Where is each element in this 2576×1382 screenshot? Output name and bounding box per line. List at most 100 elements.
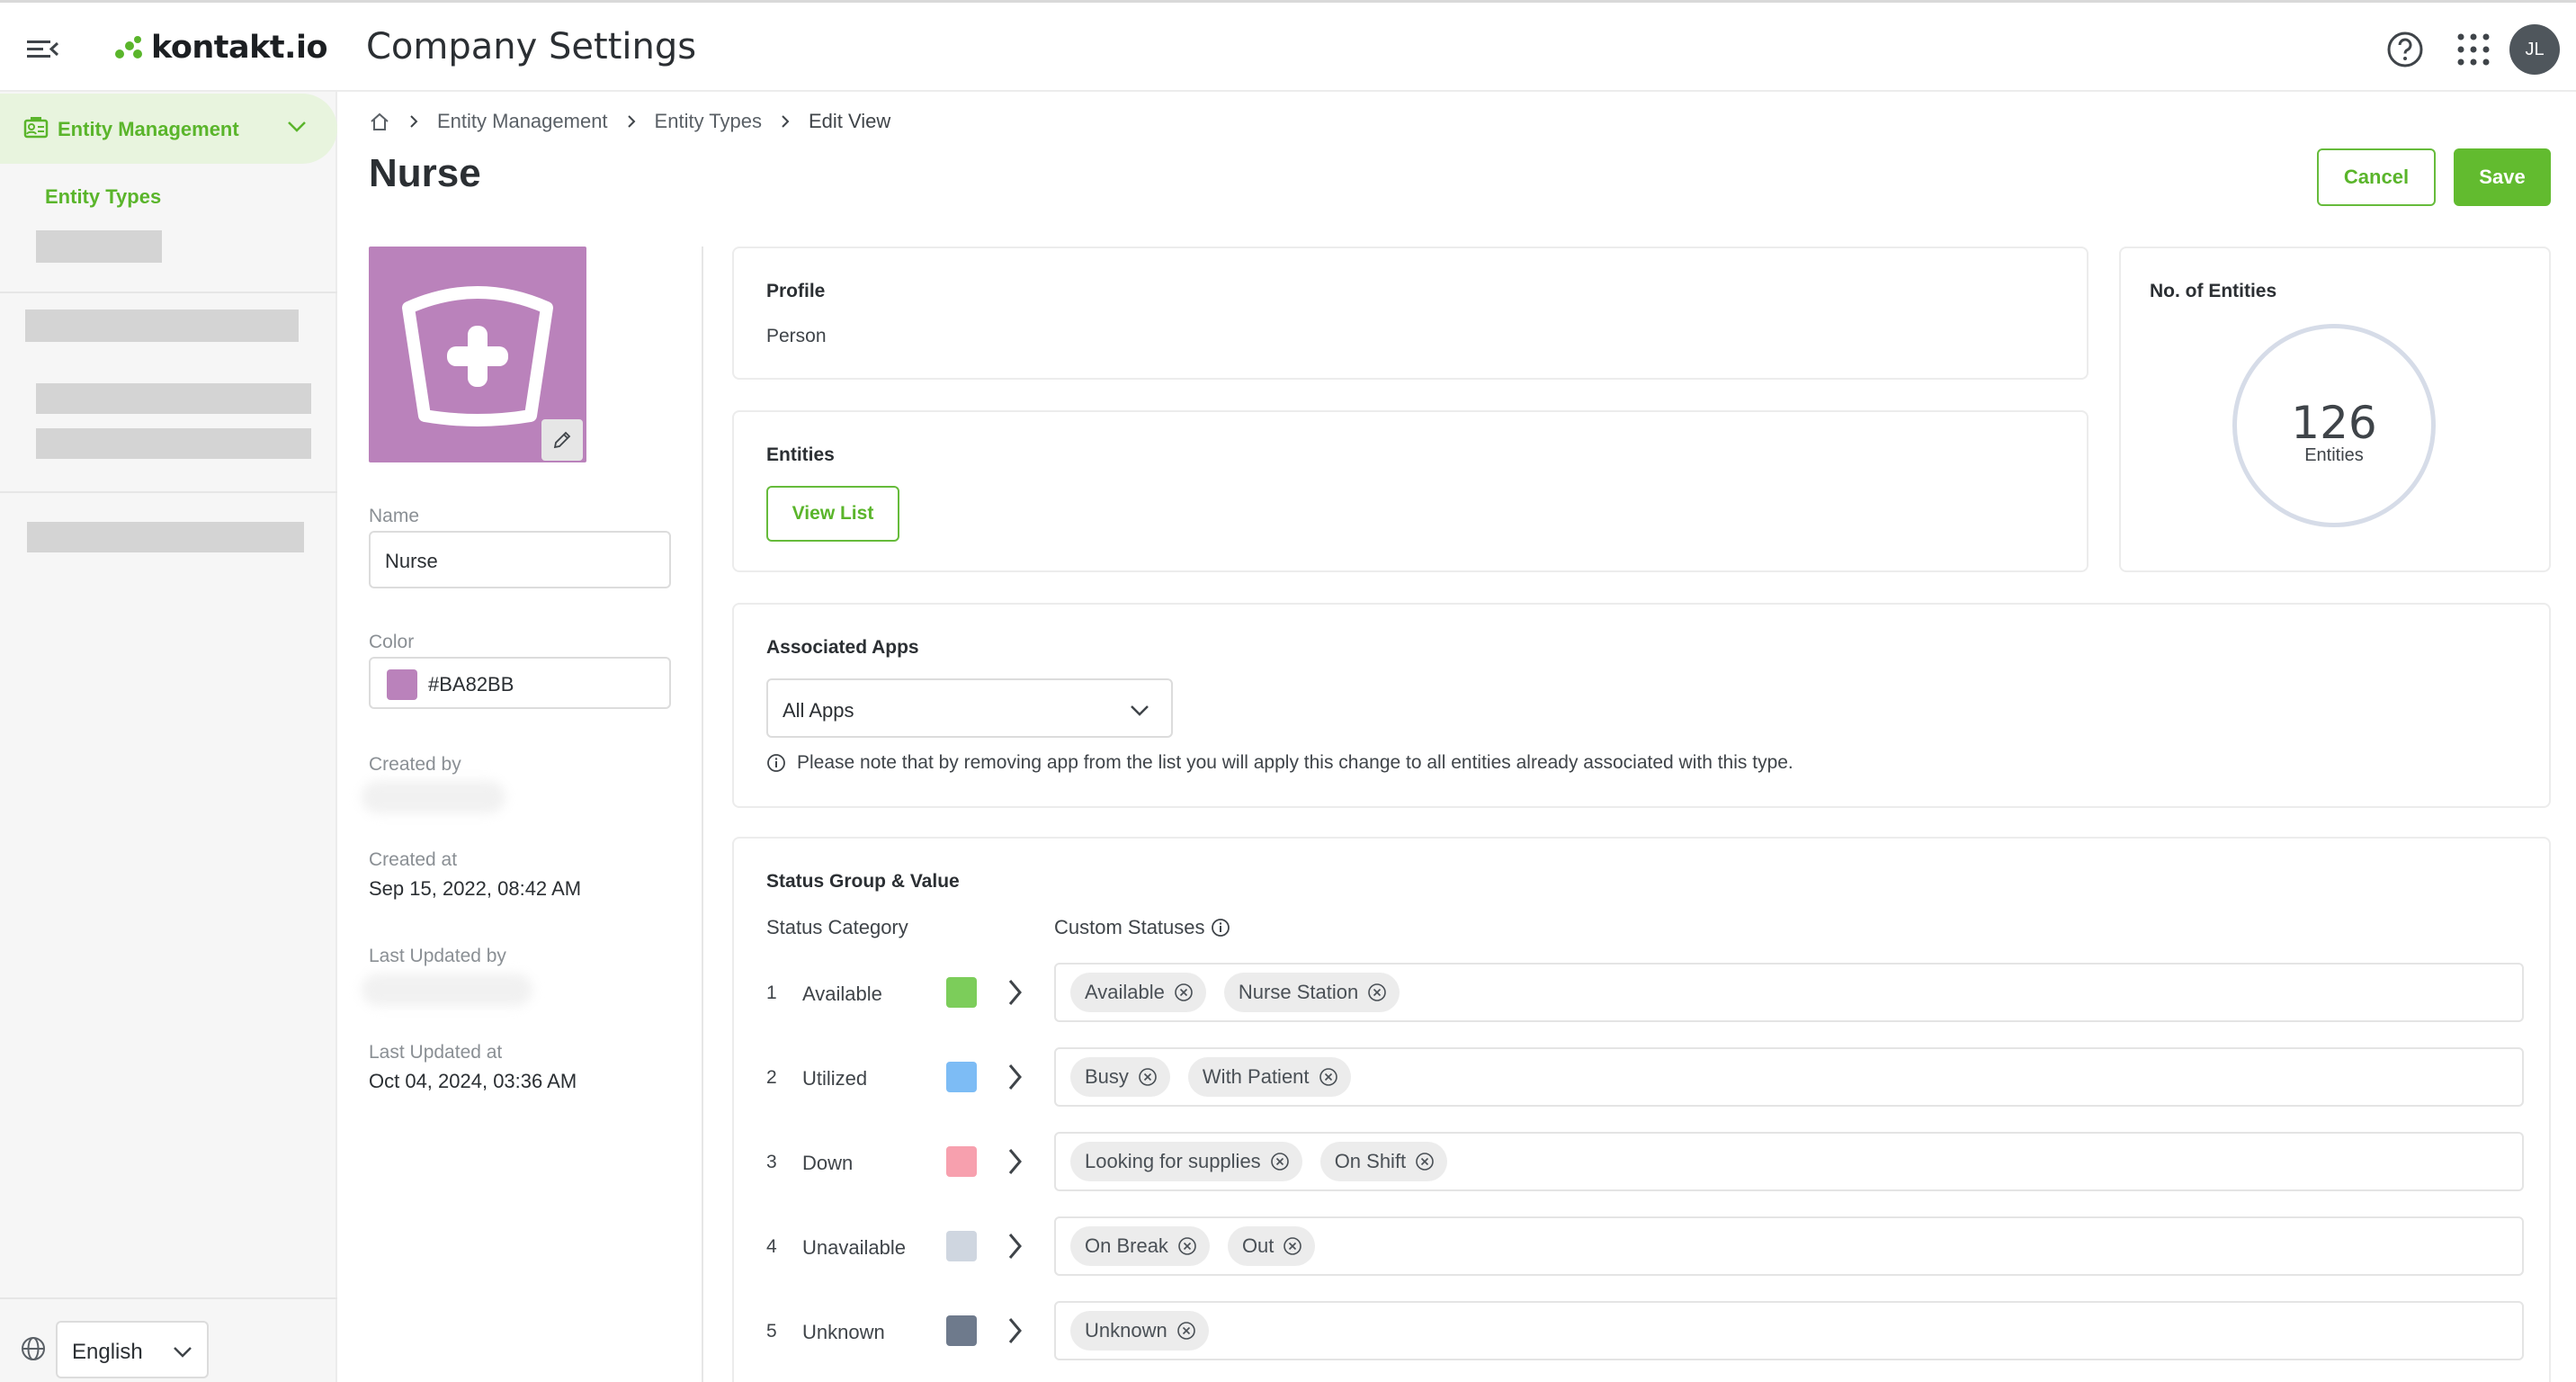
profile-value: Person [766, 326, 827, 346]
entity-icon-preview [369, 247, 586, 462]
custom-statuses-field[interactable]: Busy With Patient [1054, 1047, 2524, 1107]
status-color-swatch[interactable] [946, 977, 977, 1008]
status-chip-label: Unknown [1085, 1319, 1167, 1342]
apps-note-text: Please note that by removing app from th… [797, 752, 1793, 773]
name-field[interactable]: Nurse [369, 531, 671, 588]
sidebar: Entity Management Entity Types English [0, 92, 337, 1382]
sidebar-item-entity-management[interactable]: Entity Management [0, 94, 337, 164]
kontakt-logo[interactable]: kontakt.io [113, 30, 328, 66]
status-chip-label: Nurse Station [1238, 981, 1359, 1003]
sidebar-placeholder [36, 428, 311, 459]
breadcrumb-entity-management[interactable]: Entity Management [437, 110, 608, 133]
status-row: 2 Utilized Busy With Patient [734, 1047, 2533, 1108]
remove-chip-icon[interactable] [1283, 1236, 1302, 1256]
apps-note: Please note that by removing app from th… [766, 752, 1793, 774]
status-category-name: Unknown [802, 1321, 885, 1343]
collapse-menu-icon[interactable] [25, 35, 61, 64]
nurse-cap-icon [402, 286, 553, 426]
home-icon[interactable] [369, 112, 390, 131]
chevron-right-icon [410, 115, 418, 128]
edit-icon-button[interactable] [541, 419, 583, 461]
status-category-header: Status Category [766, 916, 908, 938]
language-select[interactable]: English [56, 1321, 209, 1378]
sidebar-divider [0, 491, 337, 493]
sidebar-placeholder [36, 230, 162, 263]
profile-card: Profile Person [732, 247, 2089, 380]
status-category-name: Available [802, 983, 882, 1005]
sidebar-item-entity-types[interactable]: Entity Types [45, 185, 161, 209]
view-list-button[interactable]: View List [766, 486, 899, 542]
language-value: English [72, 1340, 143, 1364]
user-avatar[interactable]: JL [2509, 24, 2560, 75]
remove-chip-icon[interactable] [1138, 1067, 1158, 1087]
chevron-right-icon[interactable] [1007, 1146, 1024, 1177]
cancel-button[interactable]: Cancel [2317, 148, 2436, 206]
entities-title: Entities [766, 444, 835, 465]
associated-apps-select[interactable]: All Apps [766, 678, 1173, 738]
status-row-number: 3 [766, 1152, 777, 1172]
help-icon[interactable] [2385, 30, 2425, 69]
status-chip: With Patient [1187, 1057, 1351, 1097]
globe-icon [22, 1337, 45, 1360]
chevron-right-icon[interactable] [1007, 1315, 1024, 1346]
custom-statuses-field[interactable]: Unknown [1054, 1301, 2524, 1360]
status-chip: Looking for supplies [1070, 1142, 1302, 1181]
status-chip: On Shift [1319, 1142, 1448, 1181]
save-button[interactable]: Save [2454, 148, 2551, 206]
breadcrumb-entity-types[interactable]: Entity Types [655, 110, 762, 133]
column-divider [702, 247, 703, 1382]
entity-count-title: No. of Entities [2150, 281, 2277, 301]
remove-chip-icon[interactable] [1367, 983, 1387, 1002]
custom-statuses-label: Custom Statuses [1054, 916, 1205, 938]
created-at-label: Created at [369, 849, 458, 870]
remove-chip-icon[interactable] [1176, 1321, 1196, 1341]
color-field[interactable]: #BA82BB [369, 657, 671, 709]
status-group-title: Status Group & Value [766, 871, 960, 892]
entity-management-icon [23, 117, 49, 139]
remove-chip-icon[interactable] [1177, 1236, 1197, 1256]
language-footer: English [0, 1297, 337, 1382]
status-row-number: 5 [766, 1321, 777, 1342]
sidebar-divider [0, 292, 337, 293]
status-chip-label: Looking for supplies [1085, 1150, 1261, 1172]
sidebar-item-label: Entity Management [58, 118, 239, 140]
remove-chip-icon[interactable] [1174, 983, 1194, 1002]
chevron-down-icon[interactable] [286, 119, 308, 135]
profile-title: Profile [766, 281, 826, 301]
chevron-right-icon[interactable] [1007, 977, 1024, 1008]
status-category-name: Unavailable [802, 1236, 906, 1259]
apps-grid-icon[interactable] [2454, 30, 2493, 69]
name-value: Nurse [385, 550, 438, 572]
breadcrumb-edit-view: Edit View [808, 110, 891, 132]
remove-chip-icon[interactable] [1415, 1152, 1435, 1171]
logo-text: kontakt.io [151, 30, 328, 66]
sidebar-placeholder [36, 383, 311, 414]
status-row: 4 Unavailable On Break Out [734, 1216, 2533, 1278]
status-row: 5 Unknown Unknown [734, 1301, 2533, 1362]
status-color-swatch[interactable] [946, 1231, 977, 1261]
color-swatch [387, 669, 417, 700]
status-chip-label: With Patient [1202, 1065, 1310, 1088]
associated-apps-value: All Apps [783, 699, 854, 722]
chevron-right-icon[interactable] [1007, 1231, 1024, 1261]
status-category-name: Down [802, 1152, 854, 1174]
sidebar-placeholder[interactable] [25, 310, 299, 342]
custom-statuses-field[interactable]: Looking for supplies On Shift [1054, 1132, 2524, 1191]
custom-statuses-field[interactable]: On Break Out [1054, 1216, 2524, 1276]
last-updated-by-value-redacted [362, 974, 532, 1006]
sidebar-placeholder[interactable] [27, 522, 304, 552]
breadcrumb: Entity Management Entity Types Edit View [369, 110, 890, 133]
status-row-number: 1 [766, 983, 777, 1003]
status-chip-label: Out [1241, 1234, 1275, 1257]
info-icon[interactable] [1211, 918, 1230, 938]
remove-chip-icon[interactable] [1319, 1067, 1338, 1087]
chevron-right-icon[interactable] [1007, 1062, 1024, 1092]
associated-apps-title: Associated Apps [766, 637, 919, 658]
chevron-down-icon [174, 1347, 192, 1358]
custom-statuses-field[interactable]: Available Nurse Station [1054, 963, 2524, 1022]
remove-chip-icon[interactable] [1270, 1152, 1290, 1171]
status-color-swatch[interactable] [946, 1062, 977, 1092]
status-color-swatch[interactable] [946, 1146, 977, 1177]
last-updated-by-label: Last Updated by [369, 946, 506, 966]
status-color-swatch[interactable] [946, 1315, 977, 1346]
